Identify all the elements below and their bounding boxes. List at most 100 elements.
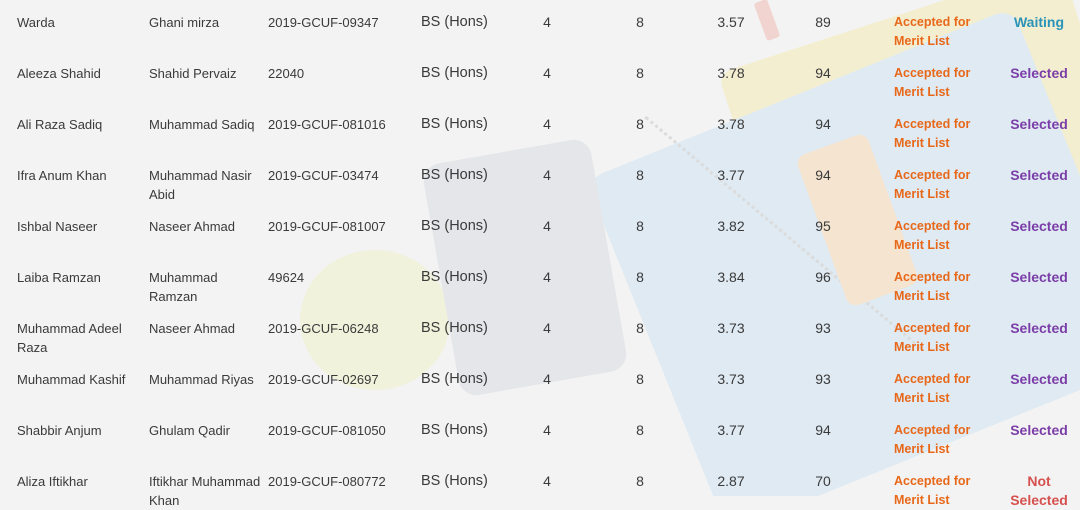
score-value: 94: [815, 167, 831, 183]
cgpa-value: 3.73: [717, 320, 745, 336]
status-badge: Accepted for Merit List: [894, 117, 971, 150]
table-row[interactable]: Shabbir Anjum Ghulam Qadir 2019-GCUF-081…: [0, 408, 1080, 459]
roll-number: 49624: [268, 270, 305, 285]
status-badge: Accepted for Merit List: [894, 372, 971, 405]
applicant-name: Muhammad Adeel Raza: [17, 321, 122, 355]
program: BS (Hons): [421, 320, 488, 336]
score-value: 94: [815, 65, 831, 81]
cgpa-value: 3.57: [717, 14, 745, 30]
table-row[interactable]: Ifra Anum Khan Muhammad Nasir Abid 2019-…: [0, 153, 1080, 204]
status-badge: Accepted for Merit List: [894, 15, 971, 48]
cgpa-value: 3.78: [717, 65, 745, 81]
years-value: 4: [543, 218, 551, 234]
score-value: 93: [815, 320, 831, 336]
applicant-name: Muhammad Kashif: [17, 372, 126, 387]
applicant-name: Ishbal Naseer: [17, 219, 98, 234]
years-value: 4: [543, 422, 551, 438]
score-value: 70: [815, 473, 831, 489]
semesters-value: 8: [636, 473, 644, 489]
table-row[interactable]: Ali Raza Sadiq Muhammad Sadiq 2019-GCUF-…: [0, 102, 1080, 153]
program: BS (Hons): [421, 473, 488, 489]
years-value: 4: [543, 167, 551, 183]
years-value: 4: [543, 14, 551, 30]
roll-number: 2019-GCUF-09347: [268, 15, 379, 30]
score-value: 95: [815, 218, 831, 234]
father-name: Ghulam Qadir: [149, 423, 230, 438]
father-name: Muhammad Nasir Abid: [149, 168, 252, 202]
program: BS (Hons): [421, 422, 488, 438]
roll-number: 2019-GCUF-02697: [268, 372, 379, 387]
semesters-value: 8: [636, 269, 644, 285]
applicant-name: Aliza Iftikhar: [17, 474, 88, 489]
cgpa-value: 3.77: [717, 167, 745, 183]
father-name: Muhammad Ramzan: [149, 270, 218, 304]
cgpa-value: 3.73: [717, 371, 745, 387]
father-name: Ghani mirza: [149, 15, 220, 30]
result-badge: Selected: [1010, 116, 1068, 132]
cgpa-value: 3.77: [717, 422, 745, 438]
semesters-value: 8: [636, 14, 644, 30]
applicant-name: Laiba Ramzan: [17, 270, 101, 285]
status-badge: Accepted for Merit List: [894, 66, 971, 99]
status-badge: Accepted for Merit List: [894, 423, 971, 456]
applicant-name: Aleeza Shahid: [17, 66, 101, 81]
program: BS (Hons): [421, 371, 488, 387]
father-name: Iftikhar Muhammad Khan: [149, 474, 261, 508]
result-badge: Selected: [1010, 218, 1068, 234]
roll-number: 2019-GCUF-080772: [268, 474, 386, 489]
table-row[interactable]: Aliza Iftikhar Iftikhar Muhammad Khan 20…: [0, 459, 1080, 510]
roll-number: 2019-GCUF-06248: [268, 321, 379, 336]
father-name: Muhammad Riyas: [149, 372, 254, 387]
status-badge: Accepted for Merit List: [894, 474, 971, 507]
result-badge: Selected: [1010, 269, 1068, 285]
father-name: Naseer Ahmad: [149, 321, 235, 336]
status-badge: Accepted for Merit List: [894, 270, 971, 303]
result-badge: Waiting: [1013, 14, 1065, 30]
program: BS (Hons): [421, 14, 488, 30]
applicant-name: Warda: [17, 15, 55, 30]
score-value: 93: [815, 371, 831, 387]
years-value: 4: [543, 371, 551, 387]
status-badge: Accepted for Merit List: [894, 219, 971, 252]
score-value: 94: [815, 422, 831, 438]
roll-number: 2019-GCUF-081016: [268, 117, 386, 132]
semesters-value: 8: [636, 218, 644, 234]
table-row[interactable]: Ishbal Naseer Naseer Ahmad 2019-GCUF-081…: [0, 204, 1080, 255]
semesters-value: 8: [636, 116, 644, 132]
applicant-name: Shabbir Anjum: [17, 423, 102, 438]
result-badge: Selected: [1010, 167, 1068, 183]
roll-number: 2019-GCUF-081007: [268, 219, 386, 234]
result-badge: Selected: [1010, 320, 1068, 336]
cgpa-value: 2.87: [717, 473, 745, 489]
status-badge: Accepted for Merit List: [894, 321, 971, 354]
table-row[interactable]: Laiba Ramzan Muhammad Ramzan 49624 BS (H…: [0, 255, 1080, 306]
program: BS (Hons): [421, 116, 488, 132]
score-value: 94: [815, 116, 831, 132]
table-row[interactable]: Warda Ghani mirza 2019-GCUF-09347 BS (Ho…: [0, 0, 1080, 51]
program: BS (Hons): [421, 269, 488, 285]
years-value: 4: [543, 269, 551, 285]
cgpa-value: 3.82: [717, 218, 745, 234]
father-name: Shahid Pervaiz: [149, 66, 237, 81]
result-badge: Selected: [1010, 65, 1068, 81]
program: BS (Hons): [421, 167, 488, 183]
table-row[interactable]: Muhammad Adeel Raza Naseer Ahmad 2019-GC…: [0, 306, 1080, 357]
years-value: 4: [543, 65, 551, 81]
merit-list-table-container: Warda Ghani mirza 2019-GCUF-09347 BS (Ho…: [0, 0, 1080, 508]
merit-list-table: Warda Ghani mirza 2019-GCUF-09347 BS (Ho…: [0, 0, 1080, 510]
semesters-value: 8: [636, 167, 644, 183]
semesters-value: 8: [636, 65, 644, 81]
status-badge: Accepted for Merit List: [894, 168, 971, 201]
result-badge: Selected: [1010, 371, 1068, 387]
semesters-value: 8: [636, 422, 644, 438]
cgpa-value: 3.78: [717, 116, 745, 132]
result-badge: Selected: [1010, 422, 1068, 438]
table-row[interactable]: Muhammad Kashif Muhammad Riyas 2019-GCUF…: [0, 357, 1080, 408]
semesters-value: 8: [636, 371, 644, 387]
table-body: Warda Ghani mirza 2019-GCUF-09347 BS (Ho…: [0, 0, 1080, 510]
applicant-name: Ifra Anum Khan: [17, 168, 107, 183]
table-row[interactable]: Aleeza Shahid Shahid Pervaiz 22040 BS (H…: [0, 51, 1080, 102]
years-value: 4: [543, 473, 551, 489]
applicant-name: Ali Raza Sadiq: [17, 117, 103, 132]
roll-number: 2019-GCUF-081050: [268, 423, 386, 438]
